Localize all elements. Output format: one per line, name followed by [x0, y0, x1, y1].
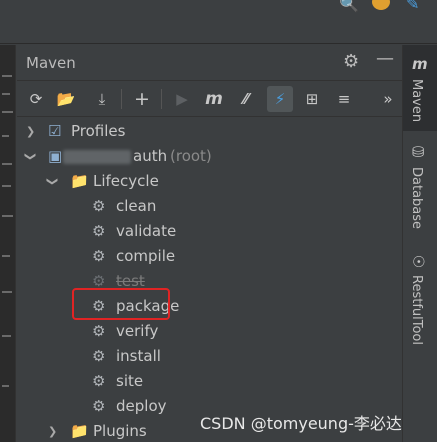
- goal-label: site: [116, 372, 144, 390]
- plugins-folder-icon: 📁: [70, 422, 89, 440]
- search-icon[interactable]: 🔍: [339, 0, 359, 13]
- generate-sources-icon[interactable]: 📂: [55, 86, 77, 112]
- right-tool-strip: m Maven ⛁ Database ☉ RestfulTool: [402, 45, 437, 442]
- redacted-project-name: [63, 150, 131, 164]
- chevron-right-icon[interactable]: ❯: [48, 419, 57, 442]
- tree-item-lifecycle[interactable]: ❯ 📁 Lifecycle: [17, 169, 402, 194]
- goal-label: verify: [116, 322, 159, 340]
- maven-icon: m: [412, 55, 428, 73]
- panel-title: Maven: [26, 54, 76, 72]
- lifecycle-folder-icon: 📁: [70, 172, 89, 190]
- run-icon[interactable]: ▶: [171, 86, 193, 112]
- skip-tests-icon[interactable]: ⚡: [267, 86, 293, 112]
- gear-icon: ⚙: [92, 197, 106, 215]
- update-icon[interactable]: [372, 0, 390, 10]
- chevron-down-icon[interactable]: ❯: [40, 177, 65, 186]
- top-bar: 🔍 ✎: [0, 0, 437, 44]
- gear-icon: ⚙: [92, 222, 106, 240]
- lifecycle-goal-clean[interactable]: ⚙ clean: [17, 194, 402, 219]
- chevron-right-icon[interactable]: ❯: [26, 119, 35, 144]
- add-icon[interactable]: +: [131, 86, 153, 112]
- root-project-label: auth: [133, 147, 168, 165]
- editor-gutter: [0, 45, 16, 442]
- reload-icon[interactable]: ⟳: [25, 86, 47, 112]
- tab-label: Database: [409, 167, 424, 230]
- goal-label: deploy: [116, 397, 167, 415]
- lifecycle-goal-compile[interactable]: ⚙ compile: [17, 244, 402, 269]
- gear-icon: ⚙: [92, 372, 106, 390]
- settings-gear-icon[interactable]: ⚙: [343, 51, 359, 72]
- root-suffix: (root): [170, 147, 212, 165]
- tab-restfultool[interactable]: ☉ RestfulTool: [403, 253, 437, 353]
- goal-label: clean: [116, 197, 157, 215]
- profiles-icon: ☑: [48, 122, 62, 140]
- install-highlight-box: [72, 288, 170, 320]
- tab-maven[interactable]: m Maven: [403, 45, 437, 131]
- tree-item-root-project[interactable]: ❯ ▣ auth (root): [17, 144, 402, 169]
- tab-database[interactable]: ⛁ Database: [403, 143, 437, 233]
- gear-icon: ⚙: [92, 247, 106, 265]
- maven-project-icon: ▣: [48, 147, 63, 165]
- maven-toolbar: ⟳ 📂 ⤓ + ▶ m ⁄⁄ ⚡ ⊞ ≡ »: [17, 81, 402, 117]
- minimize-icon[interactable]: —: [376, 48, 394, 69]
- collapse-all-icon[interactable]: ≡: [333, 86, 355, 112]
- more-actions-button[interactable]: »: [379, 86, 397, 112]
- tree-item-label: Profiles: [71, 122, 126, 140]
- tab-label: RestfulTool: [409, 275, 424, 345]
- plugin-icon[interactable]: ✎: [406, 0, 419, 13]
- goal-label: install: [116, 347, 161, 365]
- maven-panel: Maven ⚙ — ⟳ 📂 ⤓ + ▶ m ⁄⁄ ⚡ ⊞ ≡ » ❯ ☑ Pro…: [17, 45, 402, 442]
- download-icon[interactable]: ⤓: [91, 86, 113, 112]
- goal-label: compile: [116, 247, 176, 265]
- lifecycle-goal-validate[interactable]: ⚙ validate: [17, 219, 402, 244]
- gear-icon: ⚙: [92, 397, 106, 415]
- panel-header: Maven ⚙ —: [17, 45, 402, 81]
- toggle-offline-icon[interactable]: ⁄⁄: [235, 86, 257, 112]
- tree-item-profiles[interactable]: ❯ ☑ Profiles: [17, 119, 402, 144]
- database-icon: ⛁: [412, 143, 425, 161]
- tree-item-label: Lifecycle: [93, 172, 159, 190]
- gear-icon: ⚙: [92, 322, 106, 340]
- restful-tool-icon: ☉: [412, 253, 426, 271]
- chevron-down-icon[interactable]: ❯: [18, 152, 43, 161]
- lifecycle-goal-site[interactable]: ⚙ site: [17, 369, 402, 394]
- execute-goal-icon[interactable]: m: [203, 86, 225, 112]
- tree-item-label: Plugins: [93, 422, 147, 440]
- lifecycle-goal-verify[interactable]: ⚙ verify: [17, 319, 402, 344]
- tab-label: Maven: [409, 79, 424, 123]
- gear-icon: ⚙: [92, 347, 106, 365]
- maven-tree: ❯ ☑ Profiles ❯ ▣ auth (root) ❯ 📁 Lifecyc…: [17, 117, 402, 442]
- lifecycle-goal-install[interactable]: ⚙ install: [17, 344, 402, 369]
- goal-label: validate: [116, 222, 177, 240]
- show-dependencies-icon[interactable]: ⊞: [301, 86, 323, 112]
- watermark: CSDN @tomyeung-李必达: [200, 414, 402, 433]
